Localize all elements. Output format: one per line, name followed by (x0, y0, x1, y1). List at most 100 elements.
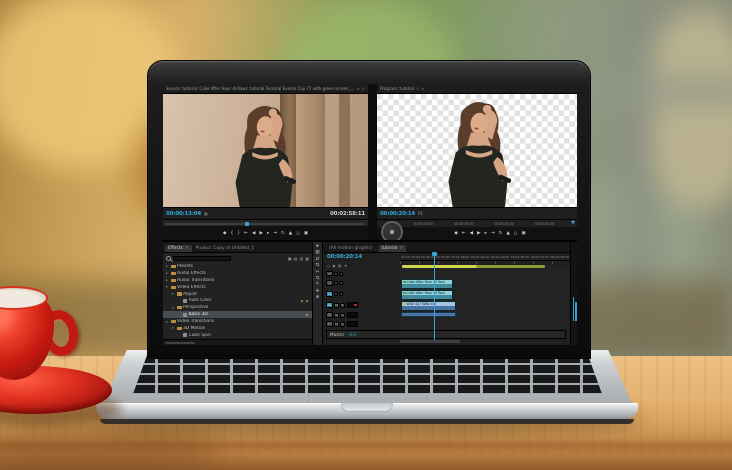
sequence-marker-icon[interactable]: ◆ (332, 263, 335, 268)
source-scrubber[interactable] (163, 219, 368, 226)
track-target-box[interactable]: A2 (326, 312, 333, 318)
bit-depth-icon[interactable]: ▤ (294, 256, 298, 261)
selection-tool-icon[interactable]: ➤ (316, 244, 320, 249)
mark-in-icon[interactable]: { (230, 231, 233, 236)
hand-tool-icon[interactable]: ✣ (316, 289, 320, 294)
video-clip-v1[interactable]: Cake After Hour di Raw (401, 290, 453, 300)
mute-button[interactable]: M (334, 321, 339, 327)
panel-tab[interactable]: Effects × (165, 245, 192, 252)
go-to-in-icon[interactable]: ⇤ (244, 231, 248, 236)
effects-tree-row[interactable]: Auto Color ▪ ▪ (163, 297, 312, 304)
tree-twirl-icon[interactable]: ▸ (166, 264, 170, 268)
effects-tree-row[interactable]: ▾ Perspective (163, 304, 312, 311)
sequence-tab[interactable]: (All motion graphic) (326, 245, 378, 252)
go-to-out-icon[interactable]: ⇥ (491, 231, 495, 236)
effects-tree-row[interactable]: ▸ Presets (163, 263, 312, 270)
audio-meter[interactable] (347, 312, 358, 318)
mark-out-icon[interactable]: } (237, 231, 240, 236)
lock-track-icon[interactable] (339, 281, 343, 285)
track-target-box[interactable]: V1 (326, 291, 333, 297)
rolling-edit-tool-icon[interactable]: ⇅ (316, 263, 320, 268)
timeline-timecode[interactable]: 00:00:20:14 (327, 254, 362, 260)
zoom-tool-icon[interactable]: ⊕ (316, 295, 320, 300)
panel-menu-icon[interactable]: ≡ (421, 87, 424, 91)
lift-icon[interactable]: ▲ (506, 231, 509, 236)
effects-scrollbar[interactable] (163, 339, 312, 345)
track-header-a3[interactable]: A3 M S (326, 320, 398, 328)
razor-tool-icon[interactable]: ✂ (316, 270, 320, 275)
source-video-preview[interactable] (163, 94, 368, 207)
step-back-icon[interactable]: ◀ (470, 231, 473, 236)
accelerated-effects-icon[interactable]: ▣ (288, 256, 292, 261)
snap-icon[interactable]: ◇ (327, 263, 330, 268)
new-custom-bin-icon[interactable]: ▥ (299, 256, 303, 261)
ripple-edit-tool-icon[interactable]: ⇄ (316, 257, 320, 262)
export-frame-icon[interactable]: ▣ (521, 231, 525, 236)
loop-icon[interactable]: ↻ (281, 231, 285, 236)
tree-twirl-icon[interactable]: ▾ (172, 326, 176, 330)
lift-extract-funnel-icon[interactable]: ▼ (571, 220, 575, 226)
pen-tool-icon[interactable]: ✎ (316, 282, 320, 287)
track-header-v1[interactable]: V1 (326, 289, 398, 299)
tree-twirl-icon[interactable]: ▸ (166, 278, 170, 282)
audio-meter-armed[interactable] (347, 302, 358, 308)
solo-button[interactable]: S (340, 312, 345, 318)
track-header-a2[interactable]: A2 M S (326, 311, 398, 319)
delete-icon[interactable]: ▦ (305, 256, 309, 261)
audio-meter[interactable] (347, 321, 358, 327)
panel-tab[interactable]: Project: Copy of Untitled_1 (193, 245, 259, 252)
effects-tree-row[interactable]: ▸ Audio Transitions (163, 277, 312, 284)
export-frame-icon[interactable]: ▣ (304, 231, 308, 236)
sequence-tab[interactable]: tutorial × (378, 245, 407, 252)
playhead-line[interactable] (434, 252, 435, 340)
menu-icon[interactable]: ≡ (344, 263, 347, 268)
tab-close-icon[interactable]: × (185, 246, 189, 251)
scrollbar-thumb[interactable] (165, 341, 195, 344)
effects-tree-row[interactable]: ▾ Video Effects (163, 284, 312, 291)
toggle-track-output-icon[interactable] (334, 292, 338, 296)
close-icon[interactable]: × (362, 86, 365, 91)
timeline-scrollbar[interactable] (400, 340, 460, 343)
toggle-track-output-icon[interactable] (334, 281, 338, 285)
play-icon[interactable]: ▶ (477, 231, 480, 236)
overwrite-icon[interactable]: △ (296, 231, 299, 236)
panel-menu-icon[interactable]: ≡ (357, 87, 360, 91)
effects-tree-row[interactable]: ▾ Video Transitions (163, 318, 312, 325)
track-target-box[interactable]: A1 (326, 302, 333, 308)
lock-track-icon[interactable] (339, 292, 343, 296)
work-area-bar[interactable] (402, 265, 545, 268)
mute-button[interactable]: M (334, 312, 339, 318)
close-icon[interactable]: × (416, 86, 419, 91)
extract-icon[interactable]: △ (514, 231, 517, 236)
output-settings-icon[interactable]: ▦ (204, 211, 208, 216)
program-video-preview[interactable] (377, 94, 577, 207)
tree-twirl-icon[interactable]: ▾ (172, 292, 176, 296)
effects-tree-row[interactable]: ▸ Audio Effects (163, 270, 312, 277)
effects-search-input[interactable] (173, 255, 231, 261)
audio-clip-a1[interactable]: WAV 447 WAV cut (401, 301, 456, 311)
tree-twirl-icon[interactable]: ▾ (166, 320, 170, 324)
insert-icon[interactable]: ▲ (289, 231, 292, 236)
settings-icon[interactable]: ▤ (338, 263, 342, 268)
play-icon[interactable]: ▶ (259, 231, 262, 236)
effects-tree-row[interactable]: ▾ 3D Motion (163, 325, 312, 332)
master-track-row[interactable]: Master 0.0 (326, 330, 566, 339)
tree-twirl-icon[interactable]: ▸ (166, 271, 170, 275)
lock-track-icon[interactable] (339, 271, 343, 276)
track-select-tool-icon[interactable]: ▥ (315, 250, 319, 255)
fit-dropdown[interactable]: Fit (418, 211, 423, 216)
step-back-icon[interactable]: ◀ (252, 231, 255, 236)
tree-twirl-icon[interactable]: ▾ (172, 306, 176, 310)
step-forward-icon[interactable]: ▸ (267, 231, 269, 236)
loop-icon[interactable]: ↻ (499, 231, 503, 236)
go-to-out-icon[interactable]: ⇥ (273, 231, 277, 236)
track-header-v2[interactable]: V2 (326, 278, 398, 288)
track-target-box[interactable]: V3 (326, 270, 333, 277)
effects-tree-row[interactable]: Basic 3D ▪ (163, 311, 312, 319)
video-clip-v2[interactable]: Cake After Hour di Raw (401, 279, 453, 289)
tab-close-icon[interactable]: × (399, 246, 403, 251)
tree-twirl-icon[interactable]: ▾ (166, 285, 170, 289)
solo-button[interactable]: S (340, 302, 345, 308)
scrubber-playhead[interactable] (245, 221, 249, 226)
track-header-v3[interactable]: V3 (326, 270, 398, 277)
